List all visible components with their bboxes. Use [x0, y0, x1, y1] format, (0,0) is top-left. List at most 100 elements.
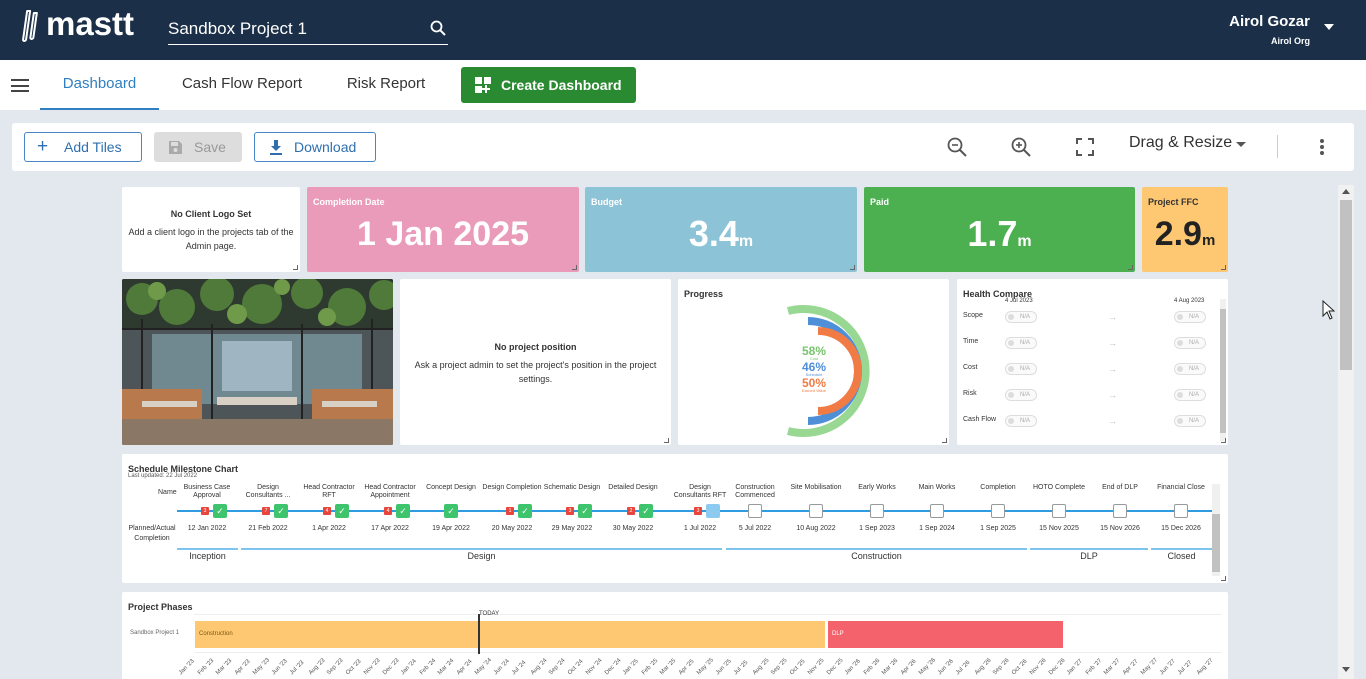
milestone-item[interactable]: Design Consultants RFT 3 1 Jul 2022 — [670, 454, 730, 549]
fullscreen-icon[interactable] — [1074, 136, 1096, 158]
milestone-item[interactable]: Financial Close 15 Dec 2026 — [1151, 454, 1211, 549]
milestone-item[interactable]: Design Consultants ... ✓ 7 21 Feb 2022 — [238, 454, 298, 549]
save-label: Save — [194, 139, 226, 155]
open-milestone-icon[interactable] — [1174, 504, 1188, 518]
download-button[interactable]: Download — [254, 132, 376, 162]
check-icon[interactable]: ✓ — [213, 504, 227, 518]
resize-handle-icon[interactable] — [850, 265, 855, 270]
construction-bar[interactable]: Construction — [195, 621, 825, 648]
health-toggle-before[interactable]: N/A — [1005, 389, 1037, 401]
open-milestone-icon[interactable] — [748, 504, 762, 518]
check-icon[interactable]: ✓ — [274, 504, 288, 518]
user-menu-caret-icon[interactable] — [1324, 24, 1334, 30]
scroll-thumb[interactable] — [1340, 200, 1352, 370]
health-toggle-before[interactable]: N/A — [1005, 311, 1037, 323]
open-milestone-icon[interactable] — [809, 504, 823, 518]
health-row-label: Cost — [963, 364, 978, 371]
milestone-item[interactable]: Construction Commenced 5 Jul 2022 — [725, 454, 785, 549]
check-icon[interactable]: ✓ — [335, 504, 349, 518]
health-toggle-after[interactable]: N/A — [1174, 363, 1206, 375]
health-compare-tile[interactable]: Health Compare 4 Jul 2023 4 Aug 2023 Sco… — [957, 279, 1228, 445]
health-toggle-after[interactable]: N/A — [1174, 337, 1206, 349]
milestone-item[interactable]: HOTO Complete 15 Nov 2025 — [1029, 454, 1089, 549]
add-tiles-button[interactable]: + Add Tiles — [24, 132, 142, 162]
milestone-item[interactable]: Concept Design ✓ 19 Apr 2022 — [421, 454, 481, 549]
health-toggle-before[interactable]: N/A — [1005, 415, 1037, 427]
milestone-item[interactable]: Business Case Approval ✓ 3 12 Jan 2022 — [177, 454, 237, 549]
resize-handle-icon[interactable] — [1221, 438, 1226, 443]
paid-tile[interactable]: Paid 1.7m — [864, 187, 1135, 272]
open-milestone-icon[interactable] — [870, 504, 884, 518]
resize-handle-icon[interactable] — [1128, 265, 1133, 270]
health-toggle-before[interactable]: N/A — [1005, 337, 1037, 349]
health-toggle-after[interactable]: N/A — [1174, 311, 1206, 323]
resize-handle-icon[interactable] — [942, 438, 947, 443]
health-toggle-before[interactable]: N/A — [1005, 363, 1037, 375]
milestone-item[interactable]: Site Mobilisation 10 Aug 2022 — [786, 454, 846, 549]
project-image-tile[interactable] — [122, 279, 393, 445]
milestone-item[interactable]: Design Completion ✓ 1 20 May 2022 — [482, 454, 542, 549]
scroll-down-icon[interactable] — [1342, 667, 1350, 672]
save-disk-icon — [169, 141, 182, 154]
check-icon[interactable]: ✓ — [518, 504, 532, 518]
dlp-bar[interactable]: DLP — [828, 621, 1063, 648]
user-menu[interactable]: Airol Gozar Airol Org — [1229, 13, 1310, 46]
create-dashboard-button[interactable]: Create Dashboard — [461, 67, 636, 103]
project-ffc-tile[interactable]: Project FFC 2.9m — [1142, 187, 1228, 272]
completion-date-tile[interactable]: Completion Date 1 Jan 2025 — [307, 187, 579, 272]
milestone-scrollbar[interactable] — [1212, 484, 1220, 576]
project-name: Sandbox Project 1 — [168, 19, 307, 38]
milestone-item[interactable]: Early Works 1 Sep 2023 — [847, 454, 907, 549]
tab-dashboard[interactable]: Dashboard — [40, 60, 159, 110]
resize-handle-icon[interactable] — [664, 438, 669, 443]
milestone-date: 1 Jul 2022 — [683, 525, 717, 532]
in-progress-icon[interactable] — [706, 504, 720, 518]
health-row-label: Time — [963, 338, 979, 345]
save-button[interactable]: Save — [154, 132, 242, 162]
health-toggle-after[interactable]: N/A — [1174, 389, 1206, 401]
hamburger-menu-icon[interactable] — [11, 79, 29, 92]
health-toggle-after[interactable]: N/A — [1174, 415, 1206, 427]
open-milestone-icon[interactable] — [930, 504, 944, 518]
progress-tile[interactable]: Progress 58% Cost 46% Schedule 50% Earne… — [678, 279, 949, 445]
milestone-item[interactable]: Head Contractor RFT ✓ 4 1 Apr 2022 — [299, 454, 359, 549]
construction-bar-label: Construction — [199, 631, 233, 637]
milestone-item[interactable]: Completion 1 Sep 2025 — [968, 454, 1028, 549]
check-icon[interactable]: ✓ — [639, 504, 653, 518]
project-selector[interactable]: Sandbox Project 1 — [168, 14, 448, 45]
more-options-icon[interactable] — [1320, 139, 1324, 155]
milestone-name: Head Contractor Appointment — [364, 484, 416, 499]
resize-handle-icon[interactable] — [1221, 576, 1226, 581]
tab-risk-report[interactable]: Risk Report — [336, 60, 436, 110]
scroll-up-icon[interactable] — [1342, 189, 1350, 194]
drag-resize-dropdown[interactable]: Drag & Resize — [1129, 134, 1232, 152]
milestone-item[interactable]: Main Works 1 Sep 2024 — [907, 454, 967, 549]
check-icon[interactable]: ✓ — [396, 504, 410, 518]
page-scrollbar[interactable] — [1338, 185, 1354, 679]
open-milestone-icon[interactable] — [991, 504, 1005, 518]
milestone-item[interactable]: End of DLP 15 Nov 2026 — [1090, 454, 1150, 549]
milestone-item[interactable]: Detailed Design ✓ 2 30 May 2022 — [603, 454, 663, 549]
resize-handle-icon[interactable] — [572, 265, 577, 270]
project-position-tile[interactable]: No project position Ask a project admin … — [400, 279, 671, 445]
milestone-item[interactable]: Head Contractor Appointment ✓ 4 17 Apr 2022 — [360, 454, 420, 549]
tab-cash-flow-report[interactable]: Cash Flow Report — [171, 60, 313, 110]
check-icon[interactable]: ✓ — [578, 504, 592, 518]
check-icon[interactable]: ✓ — [444, 504, 458, 518]
resize-handle-icon[interactable] — [1221, 265, 1226, 270]
budget-tile[interactable]: Budget 3.4m — [585, 187, 857, 272]
health-na: N/A — [1189, 366, 1200, 372]
arrow-right-icon: → — [1108, 338, 1117, 348]
health-na: N/A — [1020, 340, 1031, 346]
milestone-item[interactable]: Schematic Design ✓ 3 29 May 2022 — [542, 454, 602, 549]
open-milestone-icon[interactable] — [1113, 504, 1127, 518]
client-logo-tile[interactable]: No Client Logo Set Add a client logo in … — [122, 187, 300, 272]
health-scrollbar[interactable] — [1220, 299, 1226, 441]
resize-handle-icon[interactable] — [293, 265, 298, 270]
zoom-in-icon[interactable] — [1010, 136, 1032, 158]
chevron-down-icon[interactable] — [1236, 142, 1246, 147]
zoom-out-icon[interactable] — [946, 136, 968, 158]
open-milestone-icon[interactable] — [1052, 504, 1066, 518]
search-icon[interactable] — [430, 20, 446, 36]
mastt-logo[interactable]: mastt — [21, 5, 134, 44]
